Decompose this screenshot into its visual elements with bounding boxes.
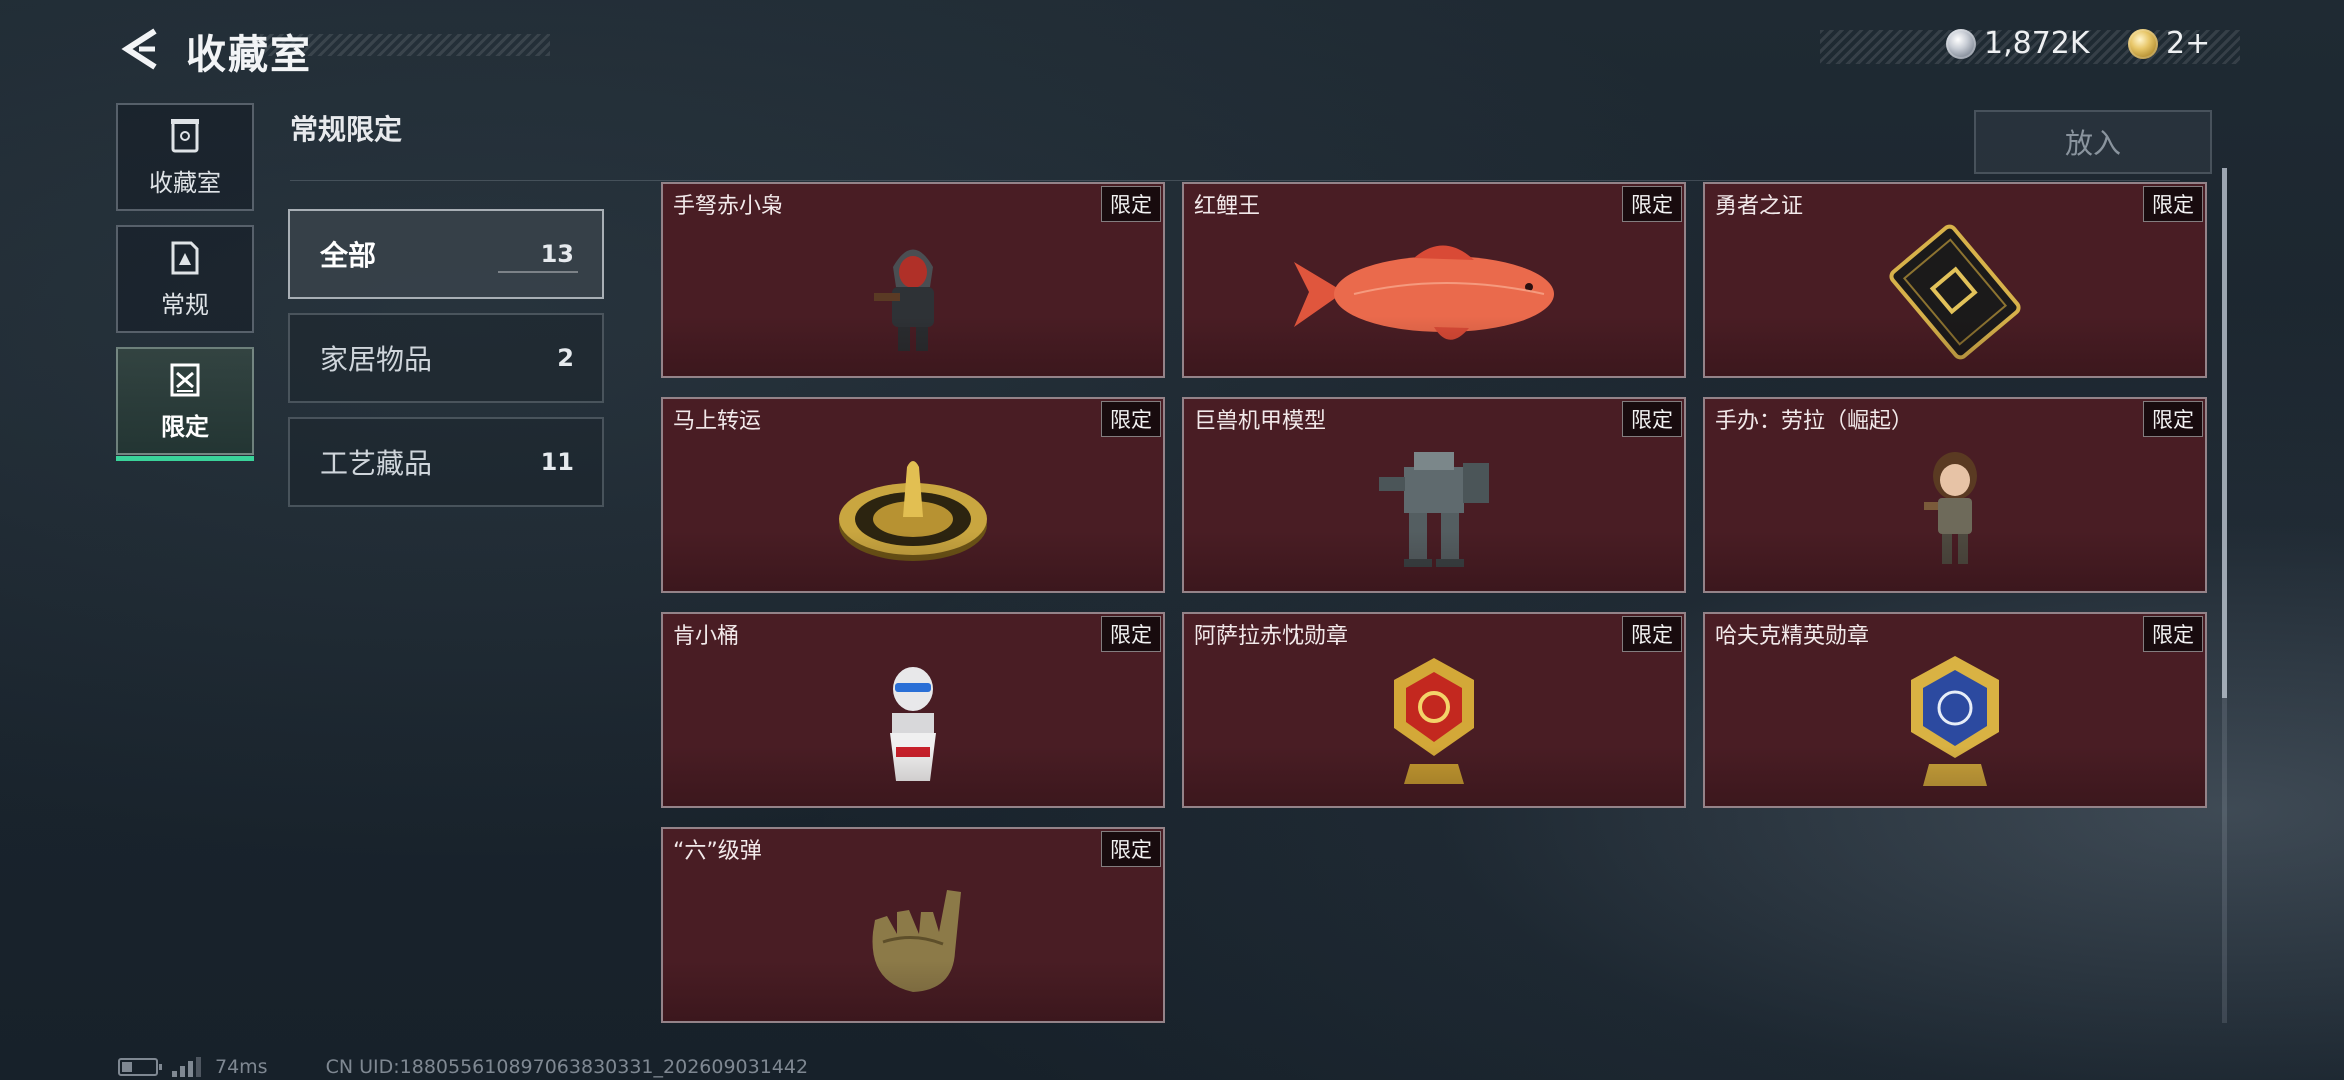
- brave-card-icon: [1889, 224, 2021, 359]
- gold-coin-icon: [2128, 28, 2158, 59]
- silver-amount: 1,872K: [1984, 26, 2090, 61]
- limited-badge: 限定: [1101, 831, 1161, 867]
- ping-text: 74ms: [215, 1056, 268, 1078]
- uid-text: CN UID:188055610897063830331_20260903144…: [325, 1056, 809, 1078]
- item-card[interactable]: 肯小桶 限定: [661, 612, 1165, 808]
- item-name: 手办：劳拉（崛起）: [1715, 409, 1914, 434]
- page-title: 收藏室: [186, 32, 312, 78]
- category-list: 全部 13 家居物品 2 工艺藏品 11: [288, 209, 604, 521]
- category-home-items[interactable]: 家居物品 2: [288, 313, 604, 403]
- item-name: 手弩赤小枭: [673, 194, 784, 219]
- mech-model-icon: [1379, 451, 1489, 567]
- limited-badge: 限定: [1622, 186, 1682, 222]
- item-card[interactable]: 阿萨拉赤忱勋章 限定: [1182, 612, 1686, 808]
- red-medal-icon: [1394, 657, 1474, 784]
- limited-badge: 限定: [2143, 401, 2203, 437]
- nav-item-collection-room[interactable]: 收藏室: [116, 103, 254, 211]
- limited-icon: [170, 363, 200, 396]
- item-name: 马上转运: [673, 409, 762, 434]
- back-arrow-icon: [121, 28, 157, 70]
- limited-badge: 限定: [1101, 186, 1161, 222]
- collection-room-icon: [171, 118, 199, 152]
- battery-icon: [118, 1058, 162, 1076]
- item-card[interactable]: 手办：劳拉（崛起） 限定: [1703, 397, 2207, 593]
- nav-label: 限定: [161, 412, 209, 441]
- section-divider: [290, 180, 2180, 181]
- red-carp-icon: [1294, 244, 1554, 340]
- lara-figurine-icon: [1924, 451, 1977, 564]
- item-name: 哈夫克精英勋章: [1715, 624, 1870, 649]
- nav-item-limited[interactable]: 限定: [116, 347, 254, 461]
- nav-item-regular[interactable]: 常规: [116, 225, 254, 333]
- item-name: “六”级弹: [673, 839, 762, 864]
- status-footer: 74ms CN UID:188055610897063830331_202609…: [118, 1055, 808, 1079]
- limited-badge: 限定: [1622, 401, 1682, 437]
- item-card[interactable]: “六”级弹 限定: [661, 827, 1165, 1023]
- category-all[interactable]: 全部 13: [288, 209, 604, 299]
- gold-amount: 2+: [2166, 26, 2211, 61]
- gold-disc-icon: [839, 460, 987, 561]
- silver-coin-icon: [1946, 28, 1976, 59]
- nav-label: 收藏室: [149, 168, 221, 197]
- section-title: 常规限定: [290, 113, 403, 146]
- scrollbar-thumb[interactable]: [2222, 168, 2227, 698]
- golden-hand-icon: [872, 889, 961, 992]
- category-label: 全部: [320, 239, 377, 272]
- item-name: 肯小桶: [673, 624, 740, 649]
- item-card[interactable]: 巨兽机甲模型 限定: [1182, 397, 1686, 593]
- side-nav: 收藏室 常规 限定: [116, 103, 254, 469]
- limited-badge: 限定: [1622, 616, 1682, 652]
- item-name: 阿萨拉赤忱勋章: [1194, 624, 1349, 649]
- category-count: 2: [557, 344, 574, 372]
- back-button[interactable]: [116, 24, 166, 74]
- limited-badge: 限定: [2143, 616, 2203, 652]
- category-underline: [498, 271, 578, 273]
- currency-silver: 1,872K: [1946, 26, 2090, 61]
- place-button[interactable]: 放入: [1974, 110, 2212, 174]
- item-name: 勇者之证: [1715, 194, 1804, 219]
- signal-icon: [172, 1057, 201, 1077]
- bucket-figurine-icon: [890, 666, 936, 781]
- nav-label: 常规: [161, 290, 209, 319]
- blue-medal-icon: [1911, 655, 1999, 786]
- regular-icon: [171, 241, 199, 274]
- hooded-figurine-icon: [874, 249, 934, 351]
- item-card[interactable]: 马上转运 限定: [661, 397, 1165, 593]
- currency-gold: 2+: [2128, 26, 2210, 61]
- category-count: 13: [540, 240, 574, 268]
- category-crafts[interactable]: 工艺藏品 11: [288, 417, 604, 507]
- top-bar: 收藏室 1,872K 2+: [0, 0, 2344, 100]
- item-name: 红鲤王: [1194, 194, 1261, 219]
- item-card[interactable]: 哈夫克精英勋章 限定: [1703, 612, 2207, 808]
- item-grid: 手弩赤小枭 限定 红鲤王 限定 勇者之证 限定 马上转运 限定 巨兽机甲模型 限…: [661, 182, 2207, 1024]
- item-card[interactable]: 勇者之证 限定: [1703, 182, 2207, 378]
- item-name: 巨兽机甲模型: [1194, 409, 1327, 434]
- limited-badge: 限定: [2143, 186, 2203, 222]
- limited-badge: 限定: [1101, 616, 1161, 652]
- page-title-area: 收藏室: [170, 22, 550, 78]
- item-card[interactable]: 红鲤王 限定: [1182, 182, 1686, 378]
- item-card[interactable]: 手弩赤小枭 限定: [661, 182, 1165, 378]
- category-label: 家居物品: [320, 343, 433, 376]
- category-label: 工艺藏品: [320, 447, 433, 480]
- category-count: 11: [540, 448, 574, 476]
- limited-badge: 限定: [1101, 401, 1161, 437]
